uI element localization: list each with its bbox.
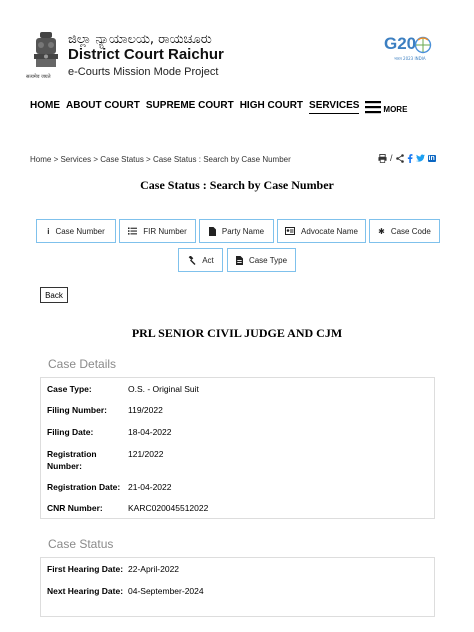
- share-icon[interactable]: [395, 153, 404, 163]
- share-bar: / in: [378, 153, 436, 163]
- site-subtitle: e-Courts Mission Mode Project: [68, 66, 219, 78]
- g20-logo: G20 भारत 2023 INDIA: [384, 34, 436, 64]
- next-hearing-label: Next Hearing Date:: [47, 586, 124, 596]
- site-title-kannada: ಜಿಲ್ಲಾ ನ್ಯಾಯಾಲಯ, ರಾಯಚೂರು: [68, 32, 212, 47]
- court-name: PRL SENIOR CIVIL JUDGE AND CJM: [131, 326, 343, 340]
- twitter-icon[interactable]: [415, 154, 425, 162]
- print-icon[interactable]: [378, 153, 387, 163]
- gavel-icon: [188, 255, 196, 265]
- filing-number-label: Filing Number:: [47, 405, 107, 415]
- case-details-panel: Case Type: O.S. - Original Suit Filing N…: [40, 377, 435, 519]
- registration-number-value: 121/2022: [128, 449, 164, 459]
- tab-fir-number-label: FIR Number: [143, 226, 187, 236]
- nav-supreme-court[interactable]: SUPREME COURT: [146, 100, 234, 114]
- case-details-title: Case Details: [48, 357, 117, 371]
- nav-services[interactable]: SERVICES: [309, 100, 360, 114]
- tab-fir-number[interactable]: FIR Number: [119, 219, 196, 243]
- case-status-title: Case Status: [48, 537, 114, 551]
- g20-logo-text: G20: [384, 34, 417, 53]
- nav-more-label: MORE: [383, 105, 408, 114]
- registration-date-value: 21-04-2022: [128, 482, 172, 492]
- facebook-icon[interactable]: [407, 153, 413, 163]
- tab-case-type-label: Case Type: [248, 255, 288, 265]
- tab-case-code[interactable]: ✱ Case Code: [369, 219, 440, 243]
- next-hearing-value: 04-September-2024: [128, 586, 204, 596]
- emblem-caption: सत्यमेव जयते: [26, 74, 51, 80]
- case-type-value: O.S. - Original Suit: [128, 384, 199, 394]
- cnr-number-value: KARC020045512022: [128, 503, 209, 513]
- nav-home[interactable]: HOME: [30, 100, 60, 114]
- g20-subtitle: भारत 2023 INDIA: [394, 56, 426, 61]
- tab-act-label: Act: [202, 255, 214, 265]
- info-icon: i: [47, 226, 50, 236]
- tab-party-name[interactable]: Party Name: [199, 219, 274, 243]
- page-title: Case Status : Search by Case Number: [140, 178, 334, 192]
- filing-number-value: 119/2022: [128, 405, 163, 415]
- filing-date-label: Filing Date:: [47, 427, 94, 437]
- gear-icon: ✱: [378, 226, 385, 236]
- tab-case-number-label: Case Number: [55, 226, 105, 236]
- id-card-icon: [285, 227, 296, 235]
- document-icon: [208, 226, 216, 236]
- first-hearing-label: First Hearing Date:: [47, 564, 124, 574]
- nav-high-court[interactable]: HIGH COURT: [240, 100, 303, 114]
- main-nav: HOME ABOUT COURT SUPREME COURT HIGH COUR…: [30, 100, 419, 114]
- case-type-label: Case Type:: [47, 384, 92, 394]
- site-title[interactable]: District Court Raichur: [68, 46, 224, 63]
- back-button[interactable]: Back: [40, 287, 68, 303]
- nav-more[interactable]: MORE: [365, 100, 413, 114]
- linkedin-icon[interactable]: in: [427, 154, 436, 162]
- file-icon: [235, 255, 243, 265]
- tab-act[interactable]: Act: [178, 248, 223, 272]
- tab-advocate-name[interactable]: Advocate Name: [277, 219, 366, 243]
- tab-case-number[interactable]: i Case Number: [36, 219, 116, 243]
- lotus-globe-icon: [414, 36, 432, 54]
- registration-date-label: Registration Date:: [47, 482, 121, 492]
- filing-date-value: 18-04-2022: [128, 427, 172, 437]
- tab-advocate-name-label: Advocate Name: [301, 226, 358, 236]
- cnr-number-label: CNR Number:: [47, 503, 103, 513]
- list-icon: [128, 227, 138, 235]
- registration-number-label: Registration Number:: [47, 449, 97, 471]
- tab-case-code-label: Case Code: [390, 226, 431, 236]
- tab-case-type[interactable]: Case Type: [227, 248, 296, 272]
- breadcrumb[interactable]: Home > Services > Case Status > Case Sta…: [30, 155, 291, 164]
- case-status-panel: First Hearing Date: 22-April-2022 Next H…: [40, 557, 435, 617]
- first-hearing-value: 22-April-2022: [128, 564, 180, 574]
- share-separator: /: [390, 153, 393, 163]
- hamburger-menu-icon: [365, 101, 382, 114]
- tab-party-name-label: Party Name: [221, 226, 265, 236]
- nav-about-court[interactable]: ABOUT COURT: [66, 100, 140, 114]
